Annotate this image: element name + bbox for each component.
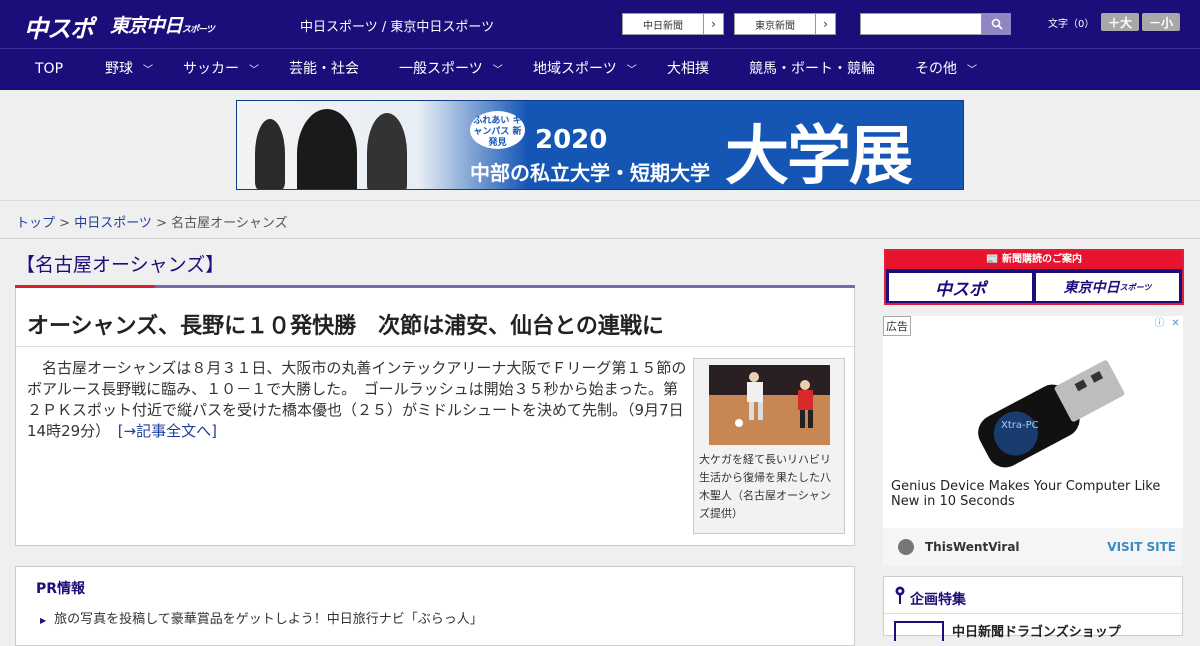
visit-site-button[interactable]: VISIT SITE bbox=[1107, 540, 1176, 554]
tokyo-logo-small: スポーツ bbox=[182, 25, 215, 35]
tokyo-shimbun-label: 東京新聞 bbox=[755, 20, 795, 32]
usb-dongle-image: Xtra-PC bbox=[978, 360, 1125, 468]
nav-label: 競馬・ボート・競輪 bbox=[749, 61, 875, 77]
article-headline: オーシャンズ、長野に１０発快勝 次節は浦安、仙台との連戦に bbox=[27, 314, 664, 339]
globe-icon bbox=[898, 539, 914, 555]
banner-badge: ふれあい キャンパス 新発見 bbox=[470, 111, 525, 149]
nav-label: 一般スポーツ bbox=[399, 61, 483, 77]
breadcrumb-section[interactable]: 中日スポーツ bbox=[74, 216, 152, 231]
chevron-down-icon: ﹀ bbox=[626, 65, 637, 76]
search-icon bbox=[991, 18, 1003, 30]
article-photo: 大ケガを経て長いリハビリ生活から復帰を果たした八木聖人（名古屋オーシャンズ提供） bbox=[693, 358, 845, 534]
subscribe-tokyo-text: 東京中日 bbox=[1063, 280, 1120, 296]
triangle-right-icon: ▶ bbox=[40, 616, 47, 625]
nav-label: 大相撲 bbox=[667, 61, 709, 77]
subscribe-tokyo-small: スポーツ bbox=[1119, 282, 1152, 292]
pr-item[interactable]: ▶ 旅の写真を投稿して豪華賞品をゲットしよう！中日旅行ナビ「ぶらっ人」 bbox=[40, 608, 483, 627]
banner-person bbox=[297, 109, 357, 189]
university-fair-banner[interactable]: ふれあい キャンパス 新発見 2020 中部の私立大学・短期大学 大学展 bbox=[236, 100, 964, 190]
pin-icon bbox=[895, 586, 905, 604]
chevron-right-icon: › bbox=[703, 14, 723, 34]
ad-info-icon[interactable]: ⓘ bbox=[1152, 316, 1167, 331]
nav-soccer[interactable]: サッカー ﹀ bbox=[183, 49, 259, 90]
futsal-photo[interactable] bbox=[709, 365, 830, 445]
nav-sumo[interactable]: 大相撲 bbox=[667, 49, 709, 90]
nav-label: その他 bbox=[915, 61, 957, 77]
article-body: 名古屋オーシャンズは８月３１日、大阪市の丸善インテックアリーナ大阪でＦリーグ第１… bbox=[27, 358, 687, 442]
article-card: オーシャンズ、長野に１０発快勝 次節は浦安、仙台との連戦に 名古屋オーシャンズは… bbox=[15, 288, 855, 546]
chevron-down-icon: ﹀ bbox=[492, 65, 503, 76]
chevron-down-icon: ﹀ bbox=[967, 65, 977, 76]
chevron-down-icon: ﹀ bbox=[143, 65, 153, 76]
nav-label: 地域スポーツ bbox=[533, 61, 617, 77]
ad-label: 広告 bbox=[883, 316, 911, 336]
feature-item[interactable]: 中日新聞ドラゴンズショップ bbox=[952, 621, 1121, 640]
site-name: 中日スポーツ / 東京中日スポーツ bbox=[300, 20, 495, 35]
search-input[interactable] bbox=[860, 13, 982, 35]
ad-source: ThisWentViral bbox=[925, 540, 1020, 554]
search-box bbox=[860, 13, 1011, 35]
nav-entertainment[interactable]: 芸能・社会 bbox=[289, 49, 359, 90]
nav-label: TOP bbox=[35, 61, 64, 77]
subscription-box: 📰 新聞購読のご案内 中スポ 東京中日 スポーツ bbox=[884, 249, 1184, 305]
breadcrumb-sep: > bbox=[55, 216, 75, 231]
ad-close-icon[interactable]: ✕ bbox=[1168, 316, 1183, 331]
pr-title: PR情報 bbox=[36, 581, 86, 597]
breadcrumb-home[interactable]: トップ bbox=[16, 216, 55, 231]
newspaper-icon: 📰 bbox=[986, 254, 1002, 265]
chevron-right-icon: › bbox=[815, 14, 835, 34]
nav-other[interactable]: その他 ﹀ bbox=[915, 49, 977, 90]
section-title: 【名古屋オーシャンズ】 bbox=[16, 254, 225, 276]
divider bbox=[16, 346, 854, 347]
chevron-down-icon: ﹀ bbox=[249, 65, 259, 76]
subscribe-tokyo-button[interactable]: 東京中日 スポーツ bbox=[1036, 273, 1179, 301]
nav-racing[interactable]: 競馬・ボート・競輪 bbox=[749, 49, 875, 90]
chuspo-logo[interactable]: 中スポ bbox=[24, 9, 94, 44]
main-nav: TOP 野球 ﹀ サッカー ﹀ 芸能・社会 一般スポーツ ﹀ 地域スポーツ ﹀ 大相撲 … bbox=[0, 48, 1200, 90]
breadcrumb-bar: トップ > 中日スポーツ > 名古屋オーシャンズ bbox=[0, 200, 1200, 239]
nav-label: 芸能・社会 bbox=[289, 61, 359, 77]
special-features-box: 企画特集 中日新聞ドラゴンズショップ bbox=[883, 576, 1183, 641]
photo-scene bbox=[709, 365, 830, 445]
font-size-label: 文字（0） bbox=[1048, 19, 1095, 30]
top-header: 中スポ 東京中日スポーツ 中日スポーツ / 東京中日スポーツ 中日新聞 › 東京… bbox=[0, 0, 1200, 48]
subscription-header[interactable]: 📰 新聞購読のご案内 bbox=[886, 251, 1182, 269]
font-smaller-button[interactable]: －小 bbox=[1142, 13, 1180, 31]
banner-year: 2020 bbox=[535, 125, 608, 155]
nav-top[interactable]: TOP bbox=[35, 49, 63, 90]
search-button[interactable] bbox=[982, 13, 1011, 35]
ad-headline[interactable]: Genius Device Makes Your Computer Like N… bbox=[891, 479, 1176, 509]
ad-footer: ThisWentViral VISIT SITE bbox=[883, 528, 1183, 566]
tokyo-shimbun-link[interactable]: 東京新聞 › bbox=[734, 13, 836, 35]
special-features-title: 企画特集 bbox=[910, 592, 966, 608]
divider bbox=[884, 613, 1182, 614]
chunichi-shimbun-label: 中日新聞 bbox=[643, 20, 683, 32]
banner-title: 大学展 bbox=[725, 120, 913, 190]
font-bigger-button[interactable]: ＋大 bbox=[1101, 13, 1139, 31]
product-text: Xtra-PC bbox=[1001, 420, 1039, 431]
tokyo-chunichi-logo[interactable]: 東京中日スポーツ bbox=[110, 11, 215, 38]
feature-thumbnail[interactable] bbox=[894, 621, 944, 641]
pr-item-text: 旅の写真を投稿して豪華賞品をゲットしよう！中日旅行ナビ「ぶらっ人」 bbox=[54, 612, 483, 627]
nav-label: サッカー bbox=[183, 61, 239, 77]
nav-general-sports[interactable]: 一般スポーツ ﹀ bbox=[399, 49, 503, 90]
banner-subtitle: 中部の私立大学・短期大学 bbox=[470, 161, 710, 185]
breadcrumb-current: 名古屋オーシャンズ bbox=[171, 216, 288, 231]
tokyo-logo-text: 東京中日 bbox=[110, 15, 183, 37]
pr-section: PR情報 ▶ 旅の写真を投稿して豪華賞品をゲットしよう！中日旅行ナビ「ぶらっ人」 bbox=[15, 566, 855, 646]
nav-baseball[interactable]: 野球 ﹀ bbox=[105, 49, 153, 90]
subscription-header-text: 新聞購読のご案内 bbox=[1001, 254, 1082, 265]
breadcrumb-sep: > bbox=[151, 216, 172, 231]
banner-person bbox=[255, 119, 285, 189]
nav-label: 野球 bbox=[105, 61, 133, 77]
subscribe-chuspo-button[interactable]: 中スポ bbox=[889, 273, 1032, 301]
sidebar-ad[interactable]: 広告 ⓘ ✕ Xtra-PC Genius Device Makes Your … bbox=[883, 316, 1183, 566]
read-more-link[interactable]: [→記事全文へ] bbox=[118, 422, 217, 440]
chunichi-shimbun-link[interactable]: 中日新聞 › bbox=[622, 13, 724, 35]
banner-person bbox=[367, 113, 407, 189]
breadcrumb: トップ > 中日スポーツ > 名古屋オーシャンズ bbox=[16, 212, 288, 231]
nav-local-sports[interactable]: 地域スポーツ ﹀ bbox=[533, 49, 637, 90]
photo-caption: 大ケガを経て長いリハビリ生活から復帰を果たした八木聖人（名古屋オーシャンズ提供） bbox=[699, 453, 831, 520]
